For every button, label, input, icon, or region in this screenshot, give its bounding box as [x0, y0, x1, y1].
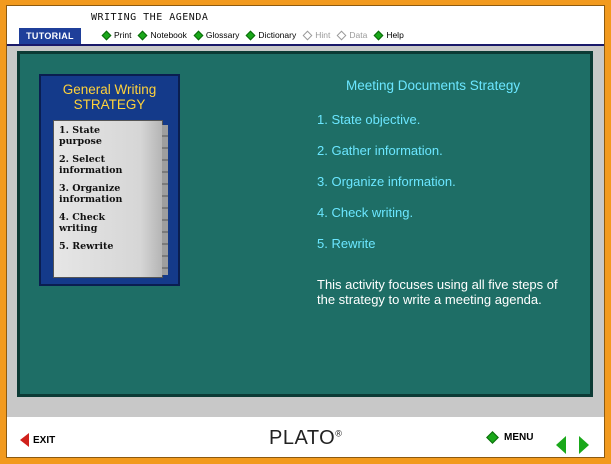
content-panel: General Writing STRATEGY 1. State purpos… [17, 51, 593, 397]
glossary-label: Glossary [205, 30, 240, 40]
hint-label: Hint [315, 30, 331, 40]
book-step: 3. Organize information [59, 183, 123, 205]
book-step: 1. State purpose [59, 125, 102, 147]
data-label: Data [349, 30, 368, 40]
print-button[interactable]: Print [101, 30, 132, 40]
exit-arrow-icon [20, 433, 29, 447]
glossary-button[interactable]: Glossary [193, 30, 240, 40]
footer-bar: EXIT PLATO® MENU [7, 417, 604, 457]
strategy-item: 5. Rewrite [317, 236, 376, 251]
strategy-heading: Meeting Documents Strategy [346, 78, 521, 93]
brand-name: PLATO [269, 427, 336, 449]
page-title: WRITING THE AGENDA [91, 12, 209, 23]
next-arrow-icon[interactable] [579, 436, 589, 454]
strategy-list: 1. State objective. 2. Gather informatio… [317, 113, 456, 268]
exit-button[interactable]: EXIT [20, 433, 55, 447]
strategy-item: 2. Gather information. [317, 143, 443, 158]
header-bar: TUTORIAL WRITING THE AGENDA Print Notebo… [7, 6, 604, 46]
book-step: 4. Check writing [59, 212, 106, 234]
print-label: Print [114, 30, 132, 40]
menu-label: MENU [504, 432, 534, 443]
green-diamond-icon [245, 30, 256, 40]
toolbar: Print Notebook Glossary Dictionary Hint … [101, 30, 404, 40]
previous-arrow-icon[interactable] [556, 436, 566, 454]
strategy-item: 4. Check writing. [317, 205, 414, 220]
green-diamond-icon [101, 30, 112, 40]
green-diamond-icon [486, 431, 499, 444]
menu-button[interactable]: MENU [486, 431, 534, 444]
book-title-line1: General Writing [62, 82, 157, 97]
book-step: 2. Select information [59, 154, 123, 176]
dictionary-button[interactable]: Dictionary [245, 30, 297, 40]
strategy-book-image: General Writing STRATEGY 1. State purpos… [39, 74, 180, 286]
exit-label: EXIT [33, 434, 56, 446]
strategy-item: 1. State objective. [317, 112, 421, 127]
green-diamond-icon [193, 30, 204, 40]
help-button[interactable]: Help [373, 30, 404, 40]
green-diamond-icon [138, 30, 148, 40]
outline-diamond-icon [302, 30, 313, 40]
book-tabs [162, 125, 168, 275]
app-frame: TUTORIAL WRITING THE AGENDA Print Notebo… [6, 5, 605, 458]
book-title-line2: STRATEGY [73, 97, 146, 112]
book-step: 5. Rewrite [59, 241, 114, 252]
outline-diamond-icon [336, 30, 347, 40]
help-label: Help [386, 30, 404, 40]
tutorial-badge: TUTORIAL [19, 28, 81, 44]
strategy-item: 3. Organize information. [317, 174, 456, 189]
notebook-label: Notebook [150, 30, 187, 40]
hint-button: Hint [302, 30, 331, 40]
book-steps-page: 1. State purpose 2. Select information 3… [53, 120, 168, 278]
book-title: General Writing STRATEGY [41, 82, 178, 112]
dictionary-label: Dictionary [258, 30, 297, 40]
notebook-button[interactable]: Notebook [138, 30, 187, 40]
plato-logo: PLATO® [269, 427, 342, 450]
data-button: Data [336, 30, 368, 40]
activity-description: This activity focuses using all five ste… [317, 277, 558, 307]
green-diamond-icon [373, 30, 384, 40]
registered-mark: ® [335, 428, 343, 439]
